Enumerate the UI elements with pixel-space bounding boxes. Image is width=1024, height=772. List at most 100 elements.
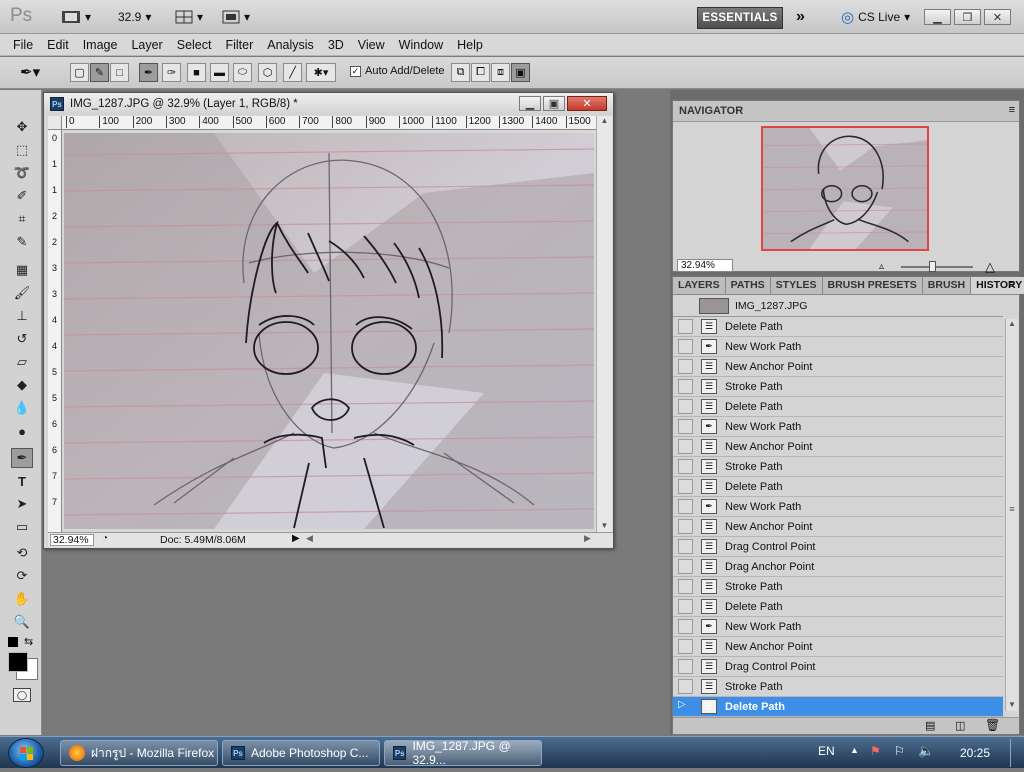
paths-mode-button[interactable]: ✎ [90, 63, 109, 82]
menu-filter[interactable]: Filter [218, 38, 260, 52]
hand-tool[interactable]: ✋ [11, 589, 33, 609]
history-state-item[interactable]: ▷ ☰ Delete Path [673, 697, 1003, 717]
create-snapshot-icon[interactable]: ◫ [955, 719, 965, 732]
menu-analysis[interactable]: Analysis [260, 38, 321, 52]
menu-3d[interactable]: 3D [321, 38, 351, 52]
history-scroll-grip-icon[interactable]: ≡ [1006, 504, 1018, 514]
history-state-item[interactable]: ☰ New Anchor Point [673, 637, 1003, 657]
add-to-path-area-button[interactable]: ⧉ [451, 63, 470, 82]
image-canvas[interactable] [64, 133, 594, 529]
taskbar-photoshop[interactable]: Ps Adobe Photoshop C... [222, 740, 380, 766]
history-state-item[interactable]: ☰ Delete Path [673, 397, 1003, 417]
tool-preset-picker[interactable]: ✒▾ [20, 63, 40, 81]
menu-help[interactable]: Help [450, 38, 490, 52]
navigator-tab[interactable]: NAVIGATOR [673, 101, 1019, 122]
taskbar-document[interactable]: Ps IMG_1287.JPG @ 32.9... [384, 739, 542, 767]
history-scroll-up-icon[interactable]: ▲ [1006, 319, 1018, 328]
history-state-item[interactable]: ☰ Stroke Path [673, 457, 1003, 477]
history-state-item[interactable]: ☰ Delete Path [673, 317, 1003, 337]
history-state-item[interactable]: ☰ Delete Path [673, 597, 1003, 617]
history-state-item[interactable]: ☰ New Anchor Point [673, 437, 1003, 457]
quick-selection-tool[interactable]: ✐ [11, 186, 33, 206]
brush-tool[interactable]: 🖌 [11, 283, 33, 303]
3d-orbit-tool[interactable]: ⟳ [11, 566, 33, 586]
tab-brush-presets[interactable]: BRUSH PRESETS [823, 277, 923, 294]
history-brush-source-toggle[interactable] [678, 559, 693, 574]
fill-pixels-mode-button[interactable]: □ [110, 63, 129, 82]
more-workspaces-button[interactable]: » [795, 8, 806, 26]
document-minimize-button[interactable]: ▁ [519, 96, 541, 111]
tab-brush[interactable]: BRUSH [923, 277, 972, 294]
custom-shape-tool-button[interactable]: ✱▾ [306, 63, 336, 82]
taskbar-firefox[interactable]: ฝากรูป - Mozilla Firefox [60, 740, 218, 766]
eyedropper-tool[interactable]: ✎ [11, 232, 33, 252]
foreground-color-swatch[interactable] [8, 652, 28, 672]
auto-add-delete-checkbox[interactable]: ✓ [350, 65, 361, 77]
blur-tool[interactable]: 💧 [11, 398, 33, 418]
zoom-level-dropdown[interactable]: 32.9 ▾ [117, 8, 152, 26]
slider-thumb[interactable] [929, 261, 936, 272]
history-panel-menu-icon[interactable]: ≡ [1009, 279, 1015, 291]
launch-bridge-button[interactable]: ▾ [60, 8, 92, 26]
language-indicator[interactable]: EN [818, 744, 835, 758]
history-state-item[interactable]: ☰ New Anchor Point [673, 357, 1003, 377]
history-snapshot[interactable]: IMG_1287.JPG [673, 295, 1003, 317]
history-scroll-down-icon[interactable]: ▼ [1006, 700, 1018, 709]
horizontal-scroll-left-icon[interactable]: ◀ [306, 533, 313, 544]
history-brush-source-toggle[interactable] [678, 379, 693, 394]
shape-tool[interactable]: ▭ [11, 517, 33, 537]
history-brush-source-toggle[interactable] [678, 679, 693, 694]
restore-button[interactable]: ❐ [954, 9, 981, 25]
marquee-tool[interactable]: ⬚ [11, 140, 33, 160]
history-state-item[interactable]: ☰ Drag Control Point [673, 657, 1003, 677]
zoom-tool[interactable]: 🔍 [11, 612, 33, 632]
menu-window[interactable]: Window [392, 38, 450, 52]
document-vertical-scrollbar[interactable]: ▲ ▼ [596, 116, 612, 532]
rectangle-tool-button[interactable]: ■ [187, 63, 206, 82]
history-brush-source-toggle[interactable] [678, 619, 693, 634]
volume-icon[interactable]: 🔈 [918, 743, 934, 759]
history-brush-source-toggle[interactable] [678, 319, 693, 334]
view-extras-button[interactable]: ▾ [174, 8, 204, 26]
zoom-in-icon[interactable]: △ [985, 259, 995, 275]
horizontal-scroll-right-icon[interactable]: ▶ [584, 533, 591, 544]
close-button[interactable]: ✕ [984, 9, 1011, 25]
history-brush-source-toggle[interactable]: ▷ [678, 699, 693, 714]
history-brush-source-toggle[interactable] [678, 599, 693, 614]
tab-history[interactable]: HISTORY [971, 277, 1024, 294]
menu-image[interactable]: Image [76, 38, 125, 52]
history-state-item[interactable]: ✒ New Work Path [673, 337, 1003, 357]
network-icon[interactable]: ⚑ [870, 744, 881, 758]
dodge-tool[interactable]: ● [11, 421, 33, 441]
ellipse-tool-button[interactable]: ⬭ [233, 63, 252, 82]
history-state-item[interactable]: ☰ Drag Control Point [673, 537, 1003, 557]
menu-view[interactable]: View [351, 38, 392, 52]
trash-icon[interactable]: 🗑 [985, 718, 1000, 732]
3d-rotate-tool[interactable]: ⟲ [11, 543, 33, 563]
tab-layers[interactable]: LAYERS [673, 277, 726, 294]
history-brush-source-toggle[interactable] [678, 479, 693, 494]
history-state-item[interactable]: ☰ Stroke Path [673, 577, 1003, 597]
paint-bucket-tool[interactable]: ◆ [11, 375, 33, 395]
document-title-bar[interactable]: Ps IMG_1287.JPG @ 32.9% (Layer 1, RGB/8)… [44, 93, 613, 115]
document-close-button[interactable]: ✕ [567, 96, 607, 111]
history-state-item[interactable]: ☰ Stroke Path [673, 377, 1003, 397]
scroll-up-arrow-icon[interactable]: ▲ [597, 116, 612, 125]
navigator-zoom-field[interactable]: 32.94% [677, 259, 733, 272]
workspace-essentials-button[interactable]: ESSENTIALS [697, 7, 783, 29]
path-selection-tool[interactable]: ➤ [11, 494, 33, 514]
show-desktop-button[interactable] [1010, 739, 1022, 767]
zoom-percentage-field[interactable]: 32.94% [50, 534, 94, 546]
swap-colors-icon[interactable]: ⇆ [24, 635, 33, 648]
pen-tool[interactable]: ✒ [11, 448, 33, 468]
move-tool[interactable]: ✥ [11, 117, 33, 137]
history-brush-source-toggle[interactable] [678, 419, 693, 434]
history-brush-source-toggle[interactable] [678, 579, 693, 594]
exclude-path-area-button[interactable]: ▣ [511, 63, 530, 82]
panel-menu-icon[interactable]: ≡ [1009, 104, 1015, 116]
rounded-rectangle-tool-button[interactable]: ▬ [210, 63, 229, 82]
action-center-icon[interactable]: ⚐ [894, 744, 905, 758]
history-state-item[interactable]: ☰ Stroke Path [673, 677, 1003, 697]
menu-file[interactable]: File [6, 38, 40, 52]
history-state-item[interactable]: ☰ New Anchor Point [673, 517, 1003, 537]
